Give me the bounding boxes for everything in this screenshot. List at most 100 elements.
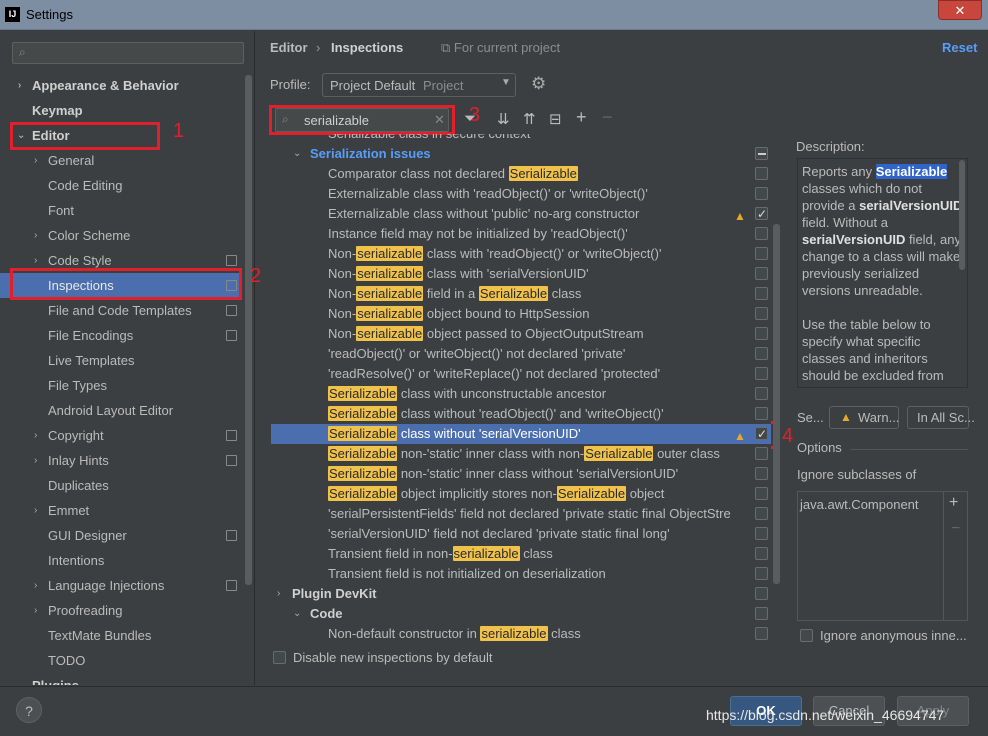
list-item[interactable]: java.awt.Component [800, 497, 919, 512]
tree-item-textmate-bundles[interactable]: TextMate Bundles [0, 623, 240, 648]
tree-item-android-layout-editor[interactable]: Android Layout Editor [0, 398, 240, 423]
window-close-button[interactable]: ✕ [938, 0, 982, 20]
tree-item-code-editing[interactable]: Code Editing [0, 173, 240, 198]
filter-icon[interactable]: ⏷ [464, 110, 476, 127]
inspection-checkbox[interactable] [755, 507, 768, 520]
list-item[interactable]: Serializable class with unconstructable … [271, 384, 771, 404]
inspection-checkbox[interactable] [755, 307, 768, 320]
group-checkbox[interactable] [755, 607, 768, 620]
inspection-label: Transient field in non-serializable clas… [328, 546, 553, 561]
profile-select[interactable]: Project Default Project ▼ [322, 73, 516, 97]
scope-select[interactable]: In All Sc... [907, 406, 975, 429]
inspection-checkbox[interactable] [755, 527, 768, 540]
list-item[interactable]: Comparator class not declared Serializab… [271, 164, 771, 184]
severity-select[interactable]: ▲ Warn... [829, 406, 899, 429]
add-icon[interactable]: + [576, 107, 587, 128]
inspection-search-input[interactable]: ⌕ serializable ✕ [275, 108, 449, 132]
group-serialization-issues[interactable]: ⌄ Serialization issues [271, 144, 771, 164]
group-checkbox[interactable] [755, 587, 768, 600]
reset-to-default-icon[interactable]: ⊟ [549, 110, 562, 128]
inspection-checkbox[interactable] [755, 424, 768, 444]
tree-item-language-injections[interactable]: › Language Injections [0, 573, 240, 598]
tree-item-duplicates[interactable]: Duplicates [0, 473, 240, 498]
list-item[interactable]: Non-default constructor in serializable … [271, 624, 771, 644]
tree-item-color-scheme[interactable]: › Color Scheme [0, 223, 240, 248]
inspection-checkbox[interactable] [755, 467, 768, 480]
list-item[interactable]: Serializable object implicitly stores no… [271, 484, 771, 504]
inspection-checkbox[interactable] [755, 347, 768, 360]
list-item[interactable]: Non-serializable field in a Serializable… [271, 284, 771, 304]
description-box[interactable]: Reports any Serializable classes which d… [797, 158, 968, 388]
inspection-checkbox[interactable] [755, 227, 768, 240]
inspection-checkbox[interactable] [755, 267, 768, 280]
clear-icon[interactable]: ✕ [434, 112, 445, 128]
list-item[interactable]: Externalizable class without 'public' no… [271, 204, 771, 224]
ignore-subclasses-list[interactable]: java.awt.Component + − [797, 491, 968, 621]
description-scrollbar[interactable] [959, 160, 965, 270]
list-item[interactable]: Non-serializable object passed to Object… [271, 324, 771, 344]
list-item[interactable]: Serializable non-'static' inner class wi… [271, 444, 771, 464]
inspection-checkbox[interactable] [755, 447, 768, 460]
tree-item-general[interactable]: › General [0, 148, 240, 173]
tree-scrollbar[interactable] [245, 75, 252, 585]
list-item[interactable]: Serializable class without 'readObject()… [271, 404, 771, 424]
list-item[interactable]: Serializable class without 'serialVersio… [271, 424, 771, 444]
inspection-checkbox[interactable] [755, 627, 768, 640]
collapse-all-icon[interactable]: ⇈ [523, 110, 536, 128]
add-icon[interactable]: + [949, 494, 958, 512]
list-item[interactable]: Externalizable class with 'readObject()'… [271, 184, 771, 204]
tree-item-plugins[interactable]: Plugins [0, 673, 240, 685]
list-item[interactable]: Non-serializable class with 'readObject(… [271, 244, 771, 264]
inspection-checkbox[interactable] [755, 407, 768, 420]
list-item[interactable]: Non-serializable object bound to HttpSes… [271, 304, 771, 324]
inspection-checkbox[interactable] [755, 204, 768, 224]
tree-item-copyright[interactable]: › Copyright [0, 423, 240, 448]
expand-all-icon[interactable]: ⇊ [497, 110, 510, 128]
list-item[interactable]: 'readObject()' or 'writeObject()' not de… [271, 344, 771, 364]
tree-item-inlay-hints[interactable]: › Inlay Hints [0, 448, 240, 473]
list-item[interactable]: Transient field is not initialized on de… [271, 564, 771, 584]
tree-item-keymap[interactable]: Keymap [0, 98, 240, 123]
group-plugin-devkit[interactable]: › Plugin DevKit [271, 584, 771, 604]
group-code[interactable]: ⌄ Code [271, 604, 771, 624]
group-checkbox[interactable] [755, 147, 768, 160]
list-item[interactable]: Serializable class in secure context [271, 134, 771, 144]
inspection-checkbox[interactable] [755, 247, 768, 260]
tree-item-intentions[interactable]: Intentions [0, 548, 240, 573]
inspection-checkbox[interactable] [755, 327, 768, 340]
gear-icon[interactable]: ⚙ [531, 74, 546, 94]
tree-item-emmet[interactable]: › Emmet [0, 498, 240, 523]
list-item[interactable]: 'serialPersistentFields' field not decla… [271, 504, 771, 524]
help-button[interactable]: ? [16, 697, 42, 723]
reset-link[interactable]: Reset [942, 40, 977, 55]
list-item[interactable]: 'readResolve()' or 'writeReplace()' not … [271, 364, 771, 384]
inspection-checkbox[interactable] [755, 367, 768, 380]
tree-item-appearance[interactable]: › Appearance & Behavior [0, 73, 240, 98]
list-item[interactable]: Serializable non-'static' inner class wi… [271, 464, 771, 484]
disable-new-inspections-checkbox[interactable] [273, 651, 286, 664]
tree-item-file-types[interactable]: File Types [0, 373, 240, 398]
settings-search-input[interactable]: ⌕ [12, 42, 244, 64]
inspection-checkbox[interactable] [755, 167, 768, 180]
ignore-anonymous-checkbox[interactable] [800, 629, 813, 642]
inspection-checkbox[interactable] [755, 287, 768, 300]
breadcrumb-editor[interactable]: Editor [270, 40, 308, 55]
inspection-checkbox[interactable] [755, 567, 768, 580]
tree-item-live-templates[interactable]: Live Templates [0, 348, 240, 373]
list-item[interactable]: 'serialVersionUID' field not declared 'p… [271, 524, 771, 544]
tree-item-file-code-templates[interactable]: File and Code Templates [0, 298, 240, 323]
list-item[interactable]: Non-serializable class with 'serialVersi… [271, 264, 771, 284]
tree-item-font[interactable]: Font [0, 198, 240, 223]
list-item[interactable]: Transient field in non-serializable clas… [271, 544, 771, 564]
inspection-checkbox[interactable] [755, 487, 768, 500]
inspection-checkbox[interactable] [755, 187, 768, 200]
tree-item-todo[interactable]: TODO [0, 648, 240, 673]
tree-item-file-encodings[interactable]: File Encodings [0, 323, 240, 348]
tree-item-proofreading[interactable]: › Proofreading [0, 598, 240, 623]
tree-item-gui-designer[interactable]: GUI Designer [0, 523, 240, 548]
description-label: Description: [796, 139, 865, 154]
inspection-checkbox[interactable] [755, 387, 768, 400]
inspection-checkbox[interactable] [755, 547, 768, 560]
list-item[interactable]: Instance field may not be initialized by… [271, 224, 771, 244]
list-scrollbar[interactable] [773, 224, 780, 584]
